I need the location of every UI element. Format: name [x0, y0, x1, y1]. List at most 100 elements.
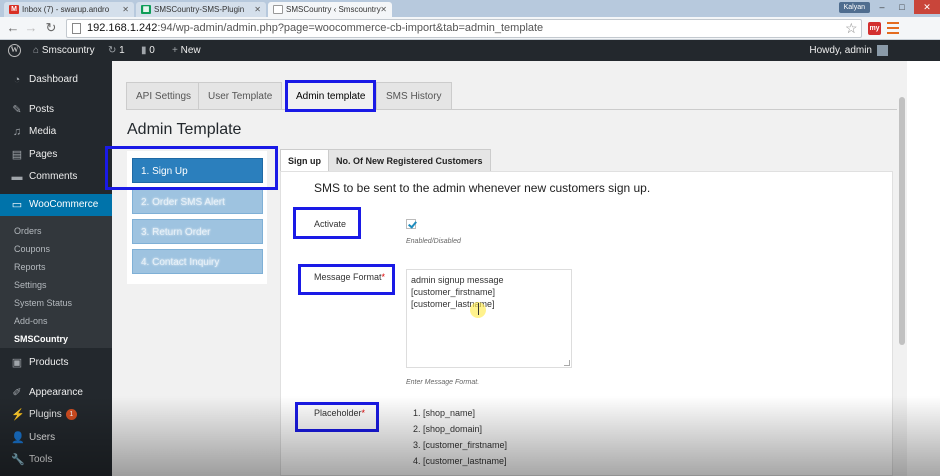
updates-link[interactable]: ↻ 1	[108, 40, 125, 61]
activate-checkbox[interactable]	[406, 219, 416, 229]
dashboard-icon: ◔	[13, 74, 21, 86]
browser-user-badge[interactable]: Kalyan	[838, 2, 870, 13]
reload-icon[interactable]: ↻	[43, 20, 59, 36]
avatar[interactable]	[877, 45, 888, 56]
sidebar-item-appearance[interactable]: ✐ Appearance	[0, 382, 112, 404]
user-icon: 👤	[11, 432, 25, 444]
browser-tab-label: SMSCountry ‹ Smscountry	[286, 5, 381, 14]
submenu-item-smscountry[interactable]: SMSCountry	[14, 330, 68, 348]
sidebar-item-users[interactable]: 👤 Users	[0, 427, 112, 449]
submenu-item-orders[interactable]: Orders	[14, 222, 42, 240]
submenu-item-coupons[interactable]: Coupons	[14, 240, 50, 258]
tab-sign-up[interactable]: Sign up	[280, 149, 329, 171]
admin-sidebar: ◔ Dashboard ✎ Posts ♫ Media ▤ Pages ▬ Co…	[0, 61, 112, 476]
step-return-order[interactable]: 3. Return Order	[132, 219, 263, 244]
woocommerce-submenu: Orders Coupons Reports Settings System S…	[0, 216, 112, 348]
step-label: 2. Order SMS Alert	[141, 197, 225, 208]
site-name: Smscountry	[41, 45, 95, 56]
page-icon	[273, 5, 283, 14]
sidebar-item-products[interactable]: ▣ Products	[0, 352, 112, 374]
message-format-hint: Enter Message Format.	[406, 379, 480, 386]
sidebar-item-plugins[interactable]: ⚡ Plugins 1	[0, 404, 112, 426]
sidebar-item-label: Tools	[29, 454, 53, 465]
sidebar-item-dashboard[interactable]: ◔ Dashboard	[0, 69, 112, 91]
sidebar-item-media[interactable]: ♫ Media	[0, 121, 112, 143]
close-icon[interactable]: ✕	[380, 2, 387, 17]
browser-tab-active[interactable]: SMSCountry ‹ Smscountry ✕	[268, 2, 392, 17]
sidebar-item-label: Media	[29, 126, 57, 137]
tab-sms-history[interactable]: SMS History	[376, 82, 452, 110]
bookmark-star-icon[interactable]: ☆	[845, 20, 858, 37]
submenu-item-addons[interactable]: Add-ons	[14, 312, 48, 330]
list-item: 2. [shop_domain]	[413, 424, 483, 434]
window-close-icon[interactable]: ✕	[914, 0, 940, 14]
page-scrollbar[interactable]	[897, 61, 907, 476]
media-icon: ♫	[12, 126, 22, 138]
comment-icon: ▬	[11, 171, 23, 183]
minimize-icon[interactable]: –	[872, 0, 892, 14]
step-label: 3. Return Order	[141, 227, 211, 238]
panel-description: SMS to be sent to the admin whenever new…	[314, 181, 651, 195]
plus-icon: +	[172, 45, 178, 56]
tab-user-template[interactable]: User Template	[198, 82, 283, 110]
sidebar-item-posts[interactable]: ✎ Posts	[0, 99, 112, 121]
close-icon[interactable]: ✕	[122, 2, 129, 17]
main-content: API Settings User Template Admin templat…	[112, 61, 940, 476]
home-icon: ⌂	[33, 45, 40, 56]
address-bar[interactable]: 192.168.1.242:94/wp-admin/admin.php?page…	[66, 19, 862, 38]
maximize-icon[interactable]: □	[892, 0, 912, 14]
browser-tab-label: SMSCountry-SMS-Plugin	[154, 5, 245, 14]
comments-link[interactable]: ▮ 0	[141, 40, 155, 61]
highlight-box-sign-up-step	[105, 146, 278, 190]
highlight-box-placeholder	[295, 402, 379, 432]
update-count-badge: 1	[65, 408, 77, 420]
sidebar-item-woocommerce[interactable]: ▭ WooCommerce	[0, 194, 112, 216]
tab-new-registered-customers[interactable]: No. Of New Registered Customers	[328, 149, 491, 171]
text-cursor-icon	[478, 303, 479, 315]
step-order-sms-alert[interactable]: 2. Order SMS Alert	[132, 189, 263, 214]
comment-icon: ▮	[141, 45, 147, 56]
sidebar-item-pages[interactable]: ▤ Pages	[0, 144, 112, 166]
browser-tab-sheet[interactable]: ▦ SMSCountry-SMS-Plugin ✕	[136, 2, 266, 17]
updates-icon: ↻	[108, 45, 117, 56]
wordpress-logo-icon[interactable]: W	[8, 44, 21, 57]
scrollbar-thumb[interactable]	[899, 97, 905, 345]
sidebar-item-comments[interactable]: ▬ Comments	[0, 166, 112, 188]
gmail-icon: M	[9, 5, 19, 14]
message-format-textarea[interactable]: admin signup message [customer_firstname…	[406, 269, 572, 368]
site-name-link[interactable]: ⌂ Smscountry	[33, 40, 95, 61]
tab-api-settings[interactable]: API Settings	[126, 82, 202, 110]
brush-icon: ✐	[12, 387, 22, 399]
sidebar-item-label: Pages	[29, 149, 58, 160]
sidebar-item-label: Comments	[29, 171, 78, 182]
comments-count: 0	[149, 45, 155, 56]
new-content-link[interactable]: + New	[172, 40, 201, 61]
resize-grip-icon[interactable]	[564, 360, 570, 366]
sidebar-item-label: Appearance	[29, 387, 83, 398]
browser-tab-gmail[interactable]: M Inbox (7) - swarup.andro ✕	[4, 2, 134, 17]
back-icon[interactable]: ←	[5, 20, 21, 36]
submenu-item-system-status[interactable]: System Status	[14, 294, 72, 312]
sidebar-item-label: Users	[29, 432, 56, 443]
sidebar-item-label: Dashboard	[29, 74, 78, 85]
browser-menu-icon[interactable]	[887, 22, 899, 34]
howdy-link[interactable]: Howdy, admin	[809, 40, 872, 61]
sidebar-item-tools[interactable]: 🔧 Tools	[0, 449, 112, 471]
highlight-box-message-format	[298, 264, 395, 295]
tab-divider	[126, 109, 916, 110]
right-margin	[907, 61, 940, 476]
step-label: 4. Contact Inquiry	[141, 257, 220, 268]
submenu-item-reports[interactable]: Reports	[14, 258, 46, 276]
close-icon[interactable]: ✕	[254, 2, 261, 17]
products-icon: ▣	[11, 357, 23, 369]
updates-count: 1	[119, 45, 125, 56]
woocommerce-icon: ▭	[11, 199, 23, 211]
step-contact-inquiry[interactable]: 4. Contact Inquiry	[132, 249, 263, 274]
activate-hint: Enabled/Disabled	[406, 238, 461, 245]
list-item: 4. [customer_lastname]	[413, 456, 507, 466]
forward-icon[interactable]: →	[23, 20, 39, 36]
sidebar-item-label: Plugins	[29, 409, 62, 420]
submenu-item-settings[interactable]: Settings	[14, 276, 47, 294]
page-icon	[72, 23, 81, 34]
extension-icon[interactable]: my	[868, 22, 881, 35]
